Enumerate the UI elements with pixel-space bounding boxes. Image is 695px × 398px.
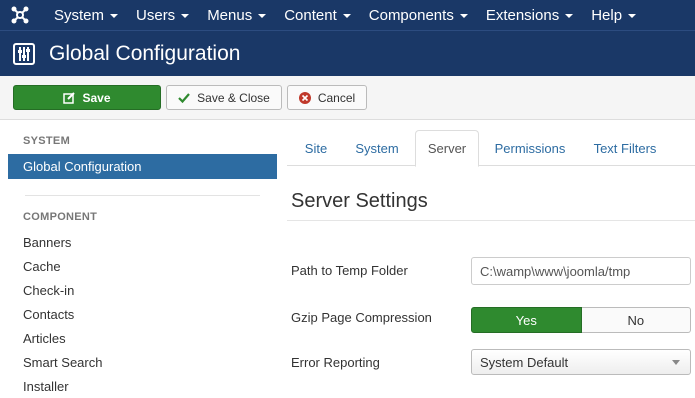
nav-menu-users[interactable]: Users (127, 0, 198, 30)
tab-system[interactable]: System (347, 130, 407, 166)
sidebar: SYSTEM Global Configuration COMPONENT Ba… (8, 128, 277, 398)
caret-down-icon (181, 14, 190, 18)
config-tabs: Site System Server Permissions Text Filt… (287, 130, 695, 167)
tab-permissions[interactable]: Permissions (485, 130, 575, 166)
sidebar-divider (25, 195, 260, 196)
error-reporting-select[interactable]: System Default (471, 349, 691, 375)
sidebar-item-contacts[interactable]: Contacts (8, 302, 277, 326)
cancel-circle-icon (298, 91, 311, 104)
top-navbar: System Users Menus Content Components Ex… (0, 0, 695, 30)
section-divider (287, 220, 695, 221)
save-button-label: Save (82, 90, 111, 105)
caret-down-icon (110, 14, 119, 18)
nav-menu-content[interactable]: Content (275, 0, 360, 30)
caret-down-icon (628, 14, 637, 18)
nav-label: Menus (207, 6, 253, 24)
joomla-logo-icon[interactable] (8, 3, 32, 27)
sidebar-item-articles[interactable]: Articles (8, 326, 277, 350)
caret-down-icon (565, 14, 574, 18)
caret-down-icon (342, 14, 351, 18)
tab-text-filters[interactable]: Text Filters (583, 130, 667, 166)
caret-down-icon (258, 14, 267, 18)
gzip-no-option[interactable]: No (581, 307, 691, 333)
nav-label: Extensions (485, 6, 560, 24)
sidebar-item-global-configuration[interactable]: Global Configuration (8, 154, 277, 179)
tab-server[interactable]: Server (415, 130, 479, 167)
page-header: Global Configuration (0, 30, 695, 76)
nav-menu-extensions[interactable]: Extensions (477, 0, 582, 30)
section-title: Server Settings (291, 190, 428, 212)
tab-site[interactable]: Site (291, 130, 341, 166)
save-button[interactable]: Save (13, 85, 161, 110)
nav-label: Components (368, 6, 454, 24)
nav-menu-menus[interactable]: Menus (198, 0, 275, 30)
save-close-button-label: Save & Close (197, 90, 270, 105)
sidebar-heading-component: COMPONENT (23, 211, 98, 223)
nav-menu-help[interactable]: Help (582, 0, 645, 30)
page-title: Global Configuration (49, 41, 241, 65)
nav-menu-system[interactable]: System (45, 0, 127, 30)
nav-menu-components[interactable]: Components (360, 0, 477, 30)
sidebar-item-installer[interactable]: Installer (8, 374, 277, 398)
nav-label: Users (136, 6, 176, 24)
gzip-toggle: Yes No (471, 307, 691, 333)
nav-label: System (54, 6, 105, 24)
save-close-button[interactable]: Save & Close (166, 85, 282, 110)
sidebar-heading-system: SYSTEM (23, 135, 71, 147)
sidebar-item-smart-search[interactable]: Smart Search (8, 350, 277, 374)
checkmark-icon (178, 92, 190, 104)
sidebar-item-cache[interactable]: Cache (8, 254, 277, 278)
nav-label: Content (284, 6, 337, 24)
gzip-yes-option[interactable]: Yes (471, 307, 582, 333)
error-reporting-label: Error Reporting (291, 355, 380, 370)
cancel-button-label: Cancel (317, 90, 356, 105)
sidebar-item-check-in[interactable]: Check-in (8, 278, 277, 302)
settings-sliders-icon (13, 42, 35, 65)
edit-icon (63, 91, 76, 104)
gzip-label: Gzip Page Compression (291, 310, 432, 325)
cancel-button[interactable]: Cancel (287, 85, 367, 110)
toolbar: Save Save & Close Cancel (0, 76, 695, 120)
chevron-down-icon (672, 360, 680, 365)
nav-label: Help (591, 6, 623, 24)
sidebar-item-banners[interactable]: Banners (8, 230, 277, 254)
temp-folder-input[interactable] (471, 257, 691, 285)
caret-down-icon (459, 14, 468, 18)
temp-folder-label: Path to Temp Folder (291, 263, 408, 278)
error-reporting-value: System Default (480, 354, 569, 370)
